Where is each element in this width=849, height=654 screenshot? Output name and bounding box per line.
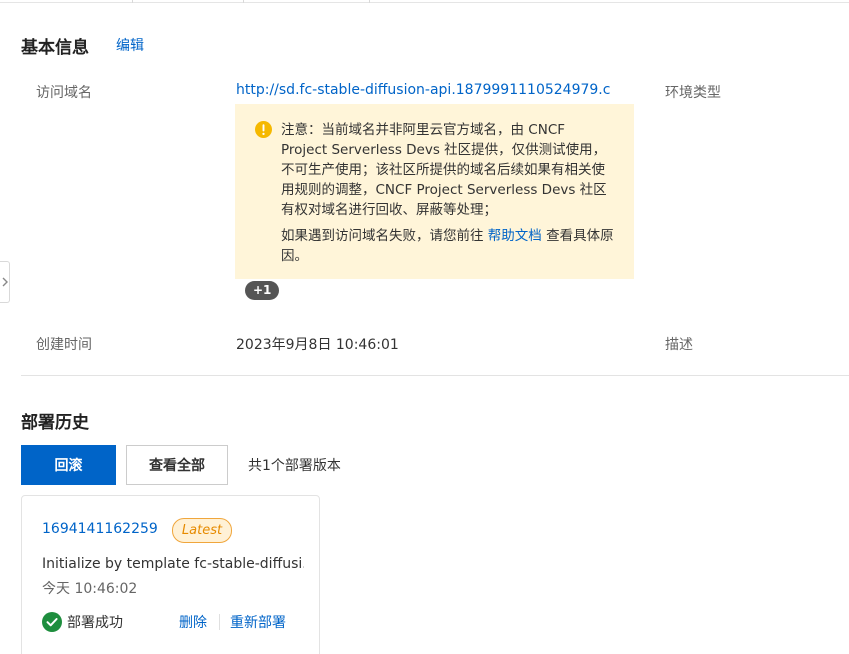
deploy-description: Initialize by template fc-stable-diffusi…: [42, 556, 304, 572]
tab-separator: [369, 0, 370, 3]
description-label: 描述: [665, 337, 693, 353]
view-all-button[interactable]: 查看全部: [126, 445, 228, 485]
deploy-history-title: 部署历史: [21, 413, 89, 433]
notice-text-before: 如果遇到访问域名失败，请您前往: [281, 228, 488, 244]
domain-notice: 注意：当前域名并非阿里云官方域名，由 CNCF Project Serverle…: [235, 104, 634, 279]
notice-paragraph-help: 如果遇到访问域名失败，请您前往 帮助文档 查看具体原因。: [281, 226, 614, 266]
notice-paragraph: 注意：当前域名并非阿里云官方域名，由 CNCF Project Serverle…: [281, 122, 607, 218]
env-type-label: 环境类型: [665, 85, 721, 101]
delete-version-link[interactable]: 删除: [179, 612, 207, 632]
extra-domain-count-badge[interactable]: +1: [245, 281, 280, 300]
sidebar-toggle[interactable]: [0, 261, 10, 303]
tab-separator: [132, 0, 133, 3]
latest-tag: Latest: [172, 518, 232, 543]
rollback-button[interactable]: 回滚: [21, 445, 116, 485]
deploy-version-card: 1694141162259 Latest Initialize by templ…: [21, 495, 320, 654]
deploy-status: 部署成功: [42, 612, 123, 632]
domain-label: 访问域名: [36, 85, 92, 101]
deploy-status-text: 部署成功: [67, 615, 123, 631]
tab-separator: [243, 0, 244, 3]
help-doc-link[interactable]: 帮助文档: [488, 228, 542, 244]
domain-link[interactable]: http://sd.fc-stable-diffusion-api.187999…: [236, 82, 611, 98]
created-time-label: 创建时间: [36, 337, 92, 353]
redeploy-link[interactable]: 重新部署: [230, 612, 286, 632]
warning-circle-icon: [255, 121, 272, 138]
section-divider: [21, 375, 849, 376]
edit-link[interactable]: 编辑: [116, 35, 144, 55]
action-separator: [219, 614, 220, 630]
top-tabs-edge: [0, 0, 849, 3]
basic-info-title: 基本信息: [21, 38, 89, 58]
created-time-value: 2023年9月8日 10:46:01: [236, 337, 399, 353]
deploy-time: 今天 10:46:02: [42, 581, 138, 597]
chevron-right-icon: [2, 277, 8, 287]
version-count: 共1个部署版本: [248, 458, 341, 474]
check-circle-icon: [42, 612, 62, 632]
deploy-version-id-link[interactable]: 1694141162259: [42, 521, 158, 537]
